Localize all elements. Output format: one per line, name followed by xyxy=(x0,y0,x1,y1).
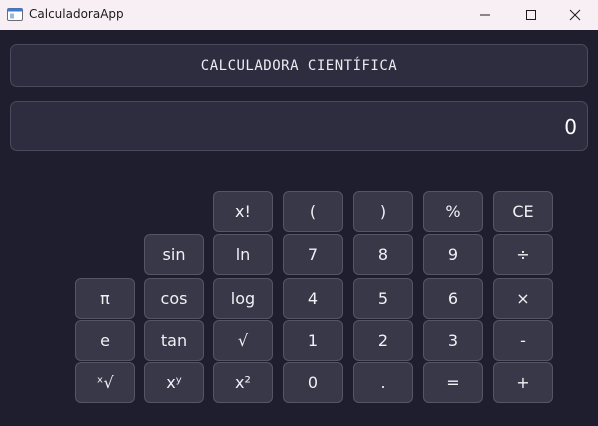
digit-2-button[interactable]: 2 xyxy=(353,320,413,361)
close-icon xyxy=(569,9,581,21)
tan-button[interactable]: tan xyxy=(144,320,204,361)
divide-button[interactable]: ÷ xyxy=(493,234,553,275)
app-window-icon xyxy=(7,8,23,21)
percent-button[interactable]: % xyxy=(423,191,483,232)
digit-9-button[interactable]: 9 xyxy=(423,234,483,275)
calculator-display: 0 xyxy=(10,101,588,151)
e-button[interactable]: e xyxy=(75,320,135,361)
sin-button[interactable]: sin xyxy=(144,234,204,275)
sqrt-button[interactable]: √ xyxy=(213,320,273,361)
window-titlebar: CalculadoraApp xyxy=(0,0,598,30)
digit-0-button[interactable]: 0 xyxy=(283,362,343,403)
digit-3-button[interactable]: 3 xyxy=(423,320,483,361)
equals-button[interactable]: = xyxy=(423,362,483,403)
nth-root-button[interactable]: ˣ√ xyxy=(75,362,135,403)
add-button[interactable]: + xyxy=(493,362,553,403)
square-button[interactable]: x² xyxy=(213,362,273,403)
clear-entry-button[interactable]: CE xyxy=(493,191,553,232)
decimal-button[interactable]: . xyxy=(353,362,413,403)
maximize-icon xyxy=(526,10,536,20)
digit-5-button[interactable]: 5 xyxy=(353,278,413,319)
open-paren-button[interactable]: ( xyxy=(283,191,343,232)
ln-button[interactable]: ln xyxy=(213,234,273,275)
calculator-title: CALCULADORA CIENTÍFICA xyxy=(10,44,588,87)
display-value: 0 xyxy=(564,115,577,139)
maximize-button[interactable] xyxy=(508,0,554,30)
close-button[interactable] xyxy=(552,0,598,30)
multiply-button[interactable]: × xyxy=(493,278,553,319)
pi-button[interactable]: π xyxy=(75,278,135,319)
digit-8-button[interactable]: 8 xyxy=(353,234,413,275)
digit-1-button[interactable]: 1 xyxy=(283,320,343,361)
factorial-button[interactable]: x! xyxy=(213,191,273,232)
digit-6-button[interactable]: 6 xyxy=(423,278,483,319)
subtract-button[interactable]: - xyxy=(493,320,553,361)
cos-button[interactable]: cos xyxy=(144,278,204,319)
log-button[interactable]: log xyxy=(213,278,273,319)
minimize-button[interactable] xyxy=(462,0,508,30)
digit-4-button[interactable]: 4 xyxy=(283,278,343,319)
power-button[interactable]: xʸ xyxy=(144,362,204,403)
minimize-icon xyxy=(480,14,490,16)
window-title: CalculadoraApp xyxy=(29,7,124,21)
digit-7-button[interactable]: 7 xyxy=(283,234,343,275)
close-paren-button[interactable]: ) xyxy=(353,191,413,232)
